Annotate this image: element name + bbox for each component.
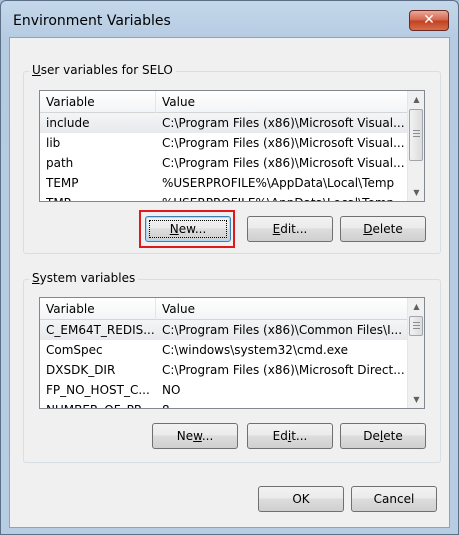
grip-line — [413, 136, 420, 137]
system-variables-list[interactable]: Variable Value C_EM64T_REDIS... C:\Progr… — [39, 297, 425, 409]
grip-line — [413, 328, 420, 329]
column-header-variable[interactable]: Variable — [40, 91, 156, 113]
column-header-value[interactable]: Value — [156, 91, 410, 113]
scroll-up-arrow-icon[interactable]: ▲ — [408, 91, 424, 108]
variable-value: 8 — [162, 400, 408, 408]
list-item[interactable]: ComSpec C:\windows\system32\cmd.exe — [40, 340, 410, 360]
focus-ring — [149, 220, 227, 238]
scroll-up-arrow-icon[interactable]: ▲ — [408, 298, 424, 315]
variable-value: C:\Program Files (x86)\Common Files\I... — [162, 323, 403, 337]
list-header: Variable Value — [40, 298, 410, 320]
list-item[interactable]: C_EM64T_REDIS... C:\Program Files (x86)\… — [40, 320, 410, 340]
scroll-down-arrow-icon[interactable]: ▼ — [408, 184, 424, 201]
grip-line — [413, 325, 420, 326]
variable-name: NUMBER_OF_PR... — [46, 400, 156, 408]
vertical-scrollbar[interactable]: ▲ ▼ — [407, 298, 424, 408]
grip-line — [413, 133, 420, 134]
grip-line — [413, 322, 420, 323]
scrollbar-thumb[interactable] — [409, 316, 423, 336]
cancel-button[interactable]: Cancel — [351, 486, 437, 512]
list-item[interactable]: NUMBER_OF_PR... 8 — [40, 400, 410, 408]
variable-value: C:\Program Files (x86)\Microsoft Visual.… — [162, 116, 405, 130]
system-variables-group: System variables Variable Value C_EM64T_… — [23, 271, 441, 463]
column-header-value[interactable]: Value — [156, 298, 410, 320]
list-item[interactable]: TMP %USERPROFILE%\AppData\Local\Temp — [40, 193, 410, 201]
column-header-variable[interactable]: Variable — [40, 298, 156, 320]
list-item[interactable]: DXSDK_DIR C:\Program Files (x86)\Microso… — [40, 360, 410, 380]
grip-line — [413, 130, 420, 131]
variable-name: include — [46, 116, 90, 130]
system-variables-label: System variables — [29, 271, 139, 285]
dialog-title: Environment Variables — [13, 13, 171, 29]
scrollbar-thumb[interactable] — [409, 109, 423, 161]
list-item[interactable]: FP_NO_HOST_C... NO — [40, 380, 410, 400]
user-new-button[interactable]: New... — [145, 216, 231, 242]
list-item[interactable]: lib C:\Program Files (x86)\Microsoft Vis… — [40, 133, 410, 153]
title-bar[interactable]: Environment Variables ✕ — [1, 1, 458, 35]
variable-value: C:\Program Files (x86)\Microsoft Visual.… — [162, 156, 405, 170]
variable-value: C:\Program Files (x86)\Microsoft Direct.… — [162, 363, 405, 377]
variable-name: TEMP — [46, 176, 79, 190]
user-variables-label: User variables for SELO — [29, 63, 176, 77]
list-item[interactable]: include C:\Program Files (x86)\Microsoft… — [40, 113, 410, 133]
variable-name: ComSpec — [46, 343, 103, 357]
variable-value: %USERPROFILE%\AppData\Local\Temp — [162, 176, 395, 190]
user-edit-button[interactable]: Edit... — [247, 216, 333, 242]
variable-name: TMP — [46, 193, 156, 201]
dialog-client-area: User variables for SELO Variable Value i… — [9, 37, 450, 528]
list-item[interactable]: TEMP %USERPROFILE%\AppData\Local\Temp — [40, 173, 410, 193]
variable-name: C_EM64T_REDIS... — [46, 323, 155, 337]
variable-value: C:\Program Files (x86)\Microsoft Visual.… — [162, 136, 405, 150]
user-variables-group: User variables for SELO Variable Value i… — [23, 63, 441, 254]
list-header: Variable Value — [40, 91, 410, 113]
close-button[interactable]: ✕ — [409, 10, 449, 31]
user-delete-button[interactable]: Delete — [340, 216, 426, 242]
vertical-scrollbar[interactable]: ▲ ▼ — [407, 91, 424, 201]
variable-name: DXSDK_DIR — [46, 363, 116, 377]
scroll-down-arrow-icon[interactable]: ▼ — [408, 391, 424, 408]
close-icon: ✕ — [423, 12, 435, 28]
ok-button[interactable]: OK — [258, 486, 344, 512]
system-new-button[interactable]: New... — [152, 423, 238, 449]
variable-value: NO — [162, 383, 181, 397]
system-delete-button[interactable]: Delete — [340, 423, 426, 449]
list-item[interactable]: path C:\Program Files (x86)\Microsoft Vi… — [40, 153, 410, 173]
variable-name: FP_NO_HOST_C... — [46, 383, 150, 397]
variable-name: path — [46, 156, 74, 170]
system-edit-button[interactable]: Edit... — [247, 423, 333, 449]
user-variables-list[interactable]: Variable Value include C:\Program Files … — [39, 90, 425, 202]
variable-value: %USERPROFILE%\AppData\Local\Temp — [162, 193, 408, 201]
variable-name: lib — [46, 136, 61, 150]
environment-variables-dialog: Environment Variables ✕ User variables f… — [0, 0, 459, 535]
variable-value: C:\windows\system32\cmd.exe — [162, 343, 348, 357]
